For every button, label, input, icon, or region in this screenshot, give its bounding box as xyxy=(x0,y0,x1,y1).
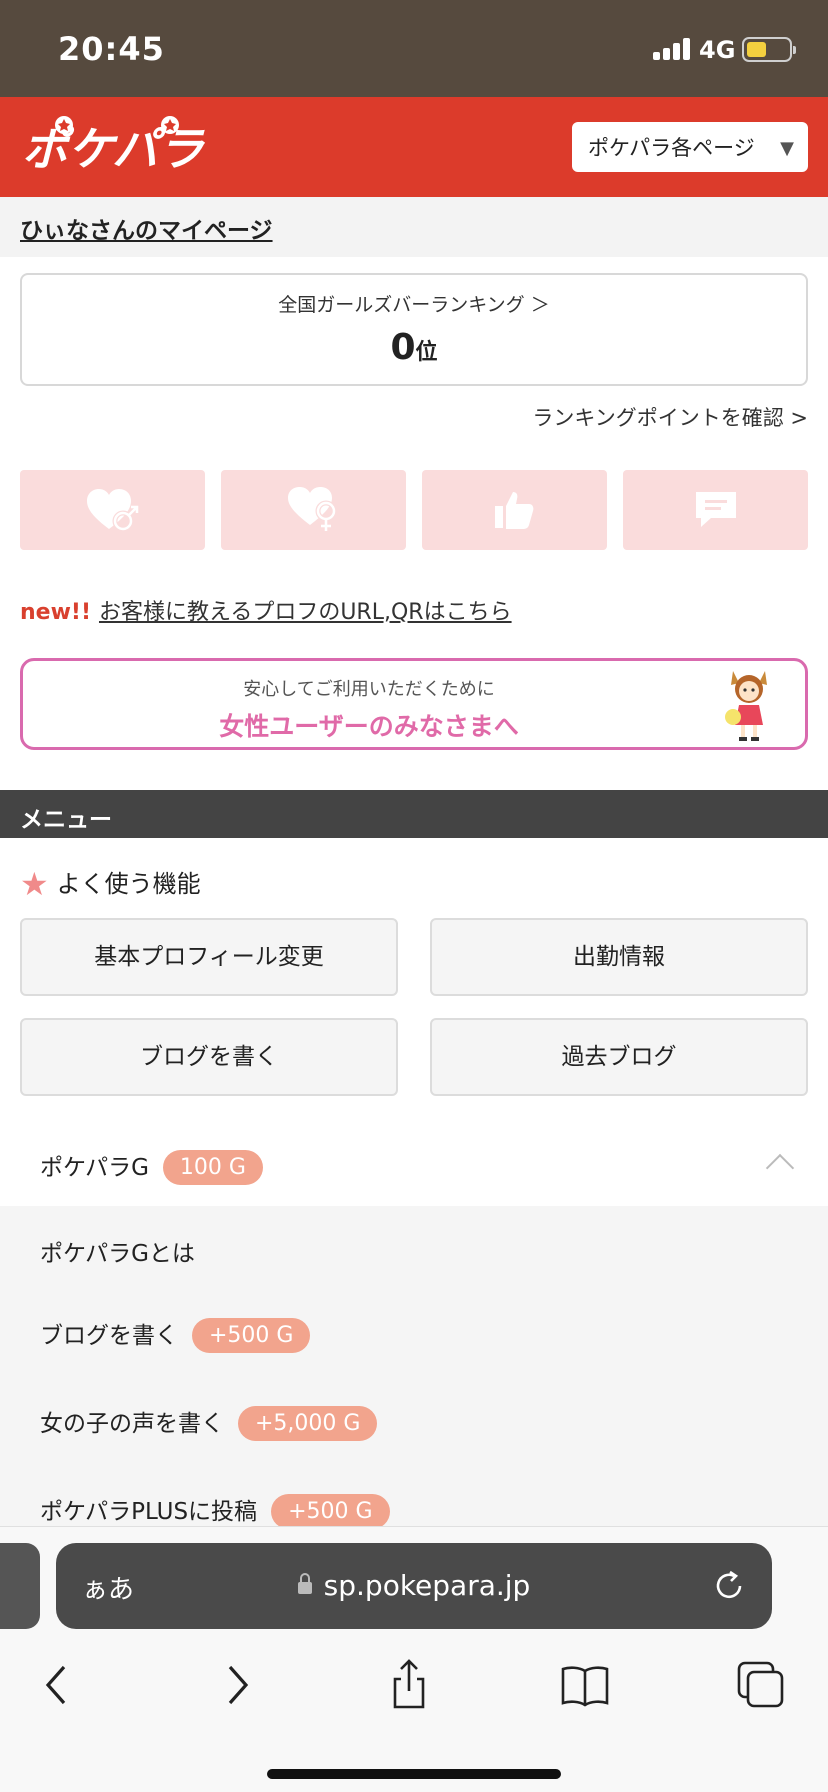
women-users-banner[interactable]: 安心してご利用いただくために 女性ユーザーのみなさまへ xyxy=(20,658,808,750)
past-blog-button[interactable]: 過去ブログ xyxy=(430,1018,808,1096)
points-accordion-header[interactable]: ポケパラG 100 G xyxy=(0,1124,828,1206)
points-item-post-plus[interactable]: ポケパラPLUSに投稿 +500 G xyxy=(40,1492,390,1528)
points-item-label: ポケパラGとは xyxy=(40,1241,195,1267)
star-icon: ★ xyxy=(20,865,49,903)
mascot-image xyxy=(725,671,767,741)
dropdown-arrow-icon: ▼ xyxy=(780,138,794,159)
forward-icon[interactable] xyxy=(206,1655,266,1715)
page-select-label: ポケパラ各ページ xyxy=(588,136,755,160)
ranking-box[interactable]: 全国ガールズバーランキング ＞ 0位 xyxy=(20,273,808,386)
tabs-icon[interactable] xyxy=(731,1655,791,1715)
like-button[interactable] xyxy=(422,470,607,550)
message-button[interactable] xyxy=(623,470,808,550)
points-item-write-voice[interactable]: 女の子の声を書く +5,000 G xyxy=(40,1404,378,1441)
thumbs-up-icon xyxy=(494,492,533,529)
points-balance-badge: 100 G xyxy=(162,1150,263,1185)
ranking-title: 全国ガールズバーランキング ＞ xyxy=(278,294,550,316)
ranking-number: 0 xyxy=(390,327,416,368)
attendance-info-button[interactable]: 出勤情報 xyxy=(430,918,808,996)
ranking-unit: 位 xyxy=(415,340,438,365)
chevron-up-icon[interactable] xyxy=(765,1153,795,1183)
back-icon[interactable] xyxy=(28,1655,88,1715)
status-bar: 20:45 4G xyxy=(0,0,828,97)
logo-text: ポケパラ xyxy=(22,122,205,176)
home-indicator xyxy=(267,1769,561,1779)
browser-chrome: ぁあ sp.pokepara.jp xyxy=(0,1526,828,1792)
profile-url-qr-link[interactable]: お客様に教えるプロフのURL,QRはこちら xyxy=(99,600,512,625)
mypage-bar: ひぃなさんのマイページ xyxy=(0,197,828,257)
share-icon[interactable] xyxy=(379,1655,439,1715)
heart-female-icon xyxy=(287,487,336,531)
favorites-title: よく使う機能 xyxy=(56,870,201,898)
previous-tab-preview[interactable] xyxy=(0,1543,40,1629)
status-time: 20:45 xyxy=(58,30,165,68)
signal-icon xyxy=(653,38,691,60)
ranking-points-link[interactable]: ランキングポイントを確認 > xyxy=(532,402,808,432)
reload-icon[interactable] xyxy=(712,1569,746,1603)
bookmarks-icon[interactable] xyxy=(555,1655,615,1715)
notice-line: new!! お客様に教えるプロフのURL,QRはこちら xyxy=(20,594,512,626)
male-favorites-button[interactable] xyxy=(20,470,205,550)
points-item-label: 女の子の声を書く xyxy=(40,1411,224,1437)
new-badge: new!! xyxy=(20,600,91,625)
ranking-value: 0位 xyxy=(22,327,806,368)
heart-male-icon xyxy=(86,489,138,532)
battery-icon xyxy=(742,37,796,62)
women-banner-title: 女性ユーザーのみなさまへ xyxy=(219,712,519,741)
message-icon xyxy=(695,492,736,527)
url-display: sp.pokepara.jp xyxy=(56,1569,772,1602)
points-item-label: ブログを書く xyxy=(40,1323,178,1349)
write-blog-button[interactable]: ブログを書く xyxy=(20,1018,398,1096)
points-list: ポケパラGとは ブログを書く +500 G 女の子の声を書く +5,000 G ポケ… xyxy=(0,1206,828,1528)
page-select-dropdown[interactable]: ポケパラ各ページ ▼ xyxy=(572,122,808,172)
female-favorites-button[interactable] xyxy=(221,470,406,550)
mypage-link[interactable]: ひぃなさんのマイページ xyxy=(20,211,273,245)
points-reward-badge: +500 G xyxy=(192,1318,311,1353)
network-type: 4G xyxy=(699,36,736,64)
points-item-write-blog[interactable]: ブログを書く +500 G xyxy=(40,1316,311,1353)
address-bar[interactable]: ぁあ sp.pokepara.jp xyxy=(56,1543,772,1629)
lock-icon xyxy=(297,1573,312,1594)
favorites-heading: ★ よく使う機能 xyxy=(20,864,201,903)
url-text: sp.pokepara.jp xyxy=(323,1569,531,1602)
points-reward-badge: +5,000 G xyxy=(238,1406,378,1441)
site-header: ポケパラ ポケパラ各ページ ▼ xyxy=(0,97,828,197)
points-item-label: ポケパラPLUSに投稿 xyxy=(40,1499,258,1525)
edit-profile-button[interactable]: 基本プロフィール変更 xyxy=(20,918,398,996)
menu-header: メニュー xyxy=(0,790,828,838)
points-label-row: ポケパラG 100 G xyxy=(40,1148,263,1185)
pokepara-logo[interactable]: ポケパラ xyxy=(20,115,230,177)
icon-button-row xyxy=(20,470,808,550)
points-about-link[interactable]: ポケパラGとは xyxy=(40,1234,195,1268)
points-reward-badge: +500 G xyxy=(271,1494,390,1528)
women-banner-subtitle: 安心してご利用いただくために xyxy=(243,679,495,700)
points-label: ポケパラG xyxy=(40,1155,149,1181)
